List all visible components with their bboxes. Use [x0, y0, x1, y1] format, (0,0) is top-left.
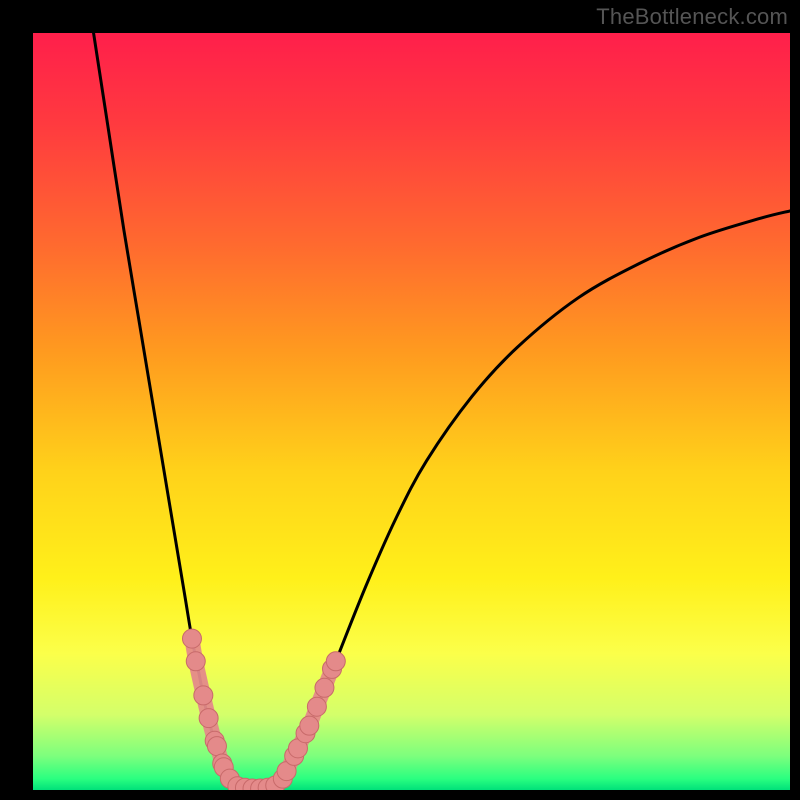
data-marker — [194, 686, 213, 705]
data-marker — [307, 697, 326, 716]
gradient-background — [33, 33, 790, 790]
data-marker — [186, 652, 205, 671]
chart-svg — [33, 33, 790, 790]
plot-area — [33, 33, 790, 790]
data-marker — [207, 737, 226, 756]
watermark-text: TheBottleneck.com — [596, 4, 788, 30]
data-marker — [315, 678, 334, 697]
outer-frame: TheBottleneck.com — [0, 0, 800, 800]
data-marker — [326, 652, 345, 671]
data-marker — [182, 629, 201, 648]
data-marker — [199, 709, 218, 728]
data-marker — [300, 716, 319, 735]
